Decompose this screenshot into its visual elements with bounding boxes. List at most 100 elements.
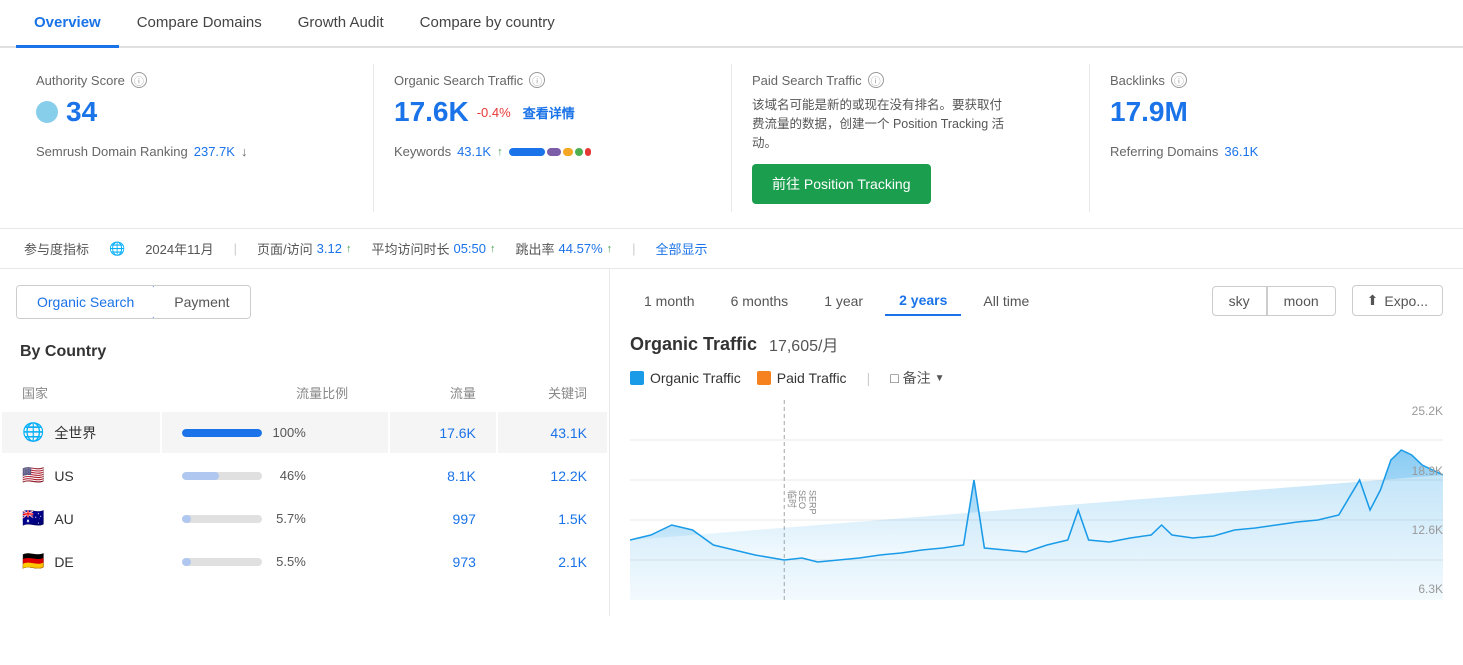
country-table: 国家 流量比例 流量 关键词 🌐 全世界 100% 17.6K 43.1K xyxy=(0,373,609,584)
bounce-rate: 跳出率 44.57% ↑ xyxy=(516,239,613,258)
chart-area: 临时 SEO SERP 25.2K 18.9K 12.6 xyxy=(630,400,1443,600)
paid-legend-dot xyxy=(757,371,771,385)
show-all-link[interactable]: 全部显示 xyxy=(656,239,708,258)
engagement-date: 2024年11月 xyxy=(145,239,213,258)
country-cell: 🌐 全世界 xyxy=(2,412,160,453)
backlinks-card: Backlinks ⓘ 17.9M Referring Domains 36.1… xyxy=(1090,64,1447,212)
kw-bar-purple xyxy=(547,148,561,156)
bar-cell: 100% xyxy=(162,412,388,453)
authority-score-card: Authority Score ⓘ 34 Semrush Domain Rank… xyxy=(16,64,374,212)
sep2: | xyxy=(632,241,635,256)
kw-bar-orange xyxy=(563,148,573,156)
organic-info-icon[interactable]: ⓘ xyxy=(529,72,545,88)
traffic-cell: 8.1K xyxy=(390,455,496,496)
note-button[interactable]: □ 备注 ▼ xyxy=(890,368,944,388)
keywords-cell: 1.5K xyxy=(498,498,607,539)
right-panel: 1 month 6 months 1 year 2 years All time… xyxy=(610,269,1463,616)
tab-growth-audit[interactable]: Growth Audit xyxy=(280,0,402,48)
country-cell: 🇺🇸 US xyxy=(2,455,160,496)
traffic-cell: 17.6K xyxy=(390,412,496,453)
backlinks-label: Backlinks ⓘ xyxy=(1110,72,1427,88)
col-country: 国家 xyxy=(2,375,160,410)
kw-bar-blue xyxy=(509,148,545,156)
bar-cell: 5.5% xyxy=(162,541,388,582)
traffic-cell: 973 xyxy=(390,541,496,582)
organic-traffic-card: Organic Search Traffic ⓘ 17.6K -0.4% 查看详… xyxy=(374,64,732,212)
col-keywords: 关键词 xyxy=(498,375,607,410)
flag-icon: 🌐 xyxy=(22,422,44,442)
time-1month[interactable]: 1 month xyxy=(630,287,709,315)
paid-desc: 该域名可能是新的或现在没有排名。要获取付费流量的数据，创建一个 Position… xyxy=(752,96,1012,152)
backlinks-info-icon[interactable]: ⓘ xyxy=(1171,72,1187,88)
view-buttons: sky moon xyxy=(1212,286,1336,316)
time-1year[interactable]: 1 year xyxy=(810,287,877,315)
view-sky-button[interactable]: sky xyxy=(1212,286,1267,316)
by-country-title: By Country xyxy=(0,335,609,373)
table-header-row: 国家 流量比例 流量 关键词 xyxy=(2,375,607,410)
organic-detail-link[interactable]: 查看详情 xyxy=(523,103,575,122)
tab-overview[interactable]: Overview xyxy=(16,0,119,48)
authority-value: 34 xyxy=(36,96,353,128)
engagement-label: 参与度指标 xyxy=(24,239,89,258)
backlinks-sub: Referring Domains 36.1K xyxy=(1110,144,1427,159)
flag-icon: 🇦🇺 xyxy=(22,508,44,528)
keywords-cell: 2.1K xyxy=(498,541,607,582)
authority-sub: Semrush Domain Ranking 237.7K ↓ xyxy=(36,144,353,159)
tab-switcher: Organic Search Payment xyxy=(16,285,251,319)
note-icon: □ xyxy=(890,370,898,386)
kw-bar-red xyxy=(585,148,591,156)
traffic-cell: 997 xyxy=(390,498,496,539)
organic-kw-sub: Keywords 43.1K ↑ xyxy=(394,144,711,159)
time-2years[interactable]: 2 years xyxy=(885,286,961,316)
table-row[interactable]: 🇩🇪 DE 5.5% 973 2.1K xyxy=(2,541,607,582)
chevron-down-icon: ▼ xyxy=(935,373,945,384)
organic-traffic-value: 17.6K -0.4% 查看详情 xyxy=(394,96,711,128)
traffic-heading: Organic Traffic 17,605/月 xyxy=(630,332,1443,356)
kw-bar-green xyxy=(575,148,583,156)
table-row[interactable]: 🇺🇸 US 46% 8.1K 12.2K xyxy=(2,455,607,496)
engagement-row: 参与度指标 🌐 2024年11月 | 页面/访问 3.12 ↑ 平均访问时长 0… xyxy=(0,229,1463,269)
sep1: | xyxy=(234,241,237,256)
time-alltime[interactable]: All time xyxy=(969,287,1043,315)
tab-compare-country[interactable]: Compare by country xyxy=(402,0,573,48)
table-row[interactable]: 🌐 全世界 100% 17.6K 43.1K xyxy=(2,412,607,453)
time-6months[interactable]: 6 months xyxy=(717,287,803,315)
paid-info-icon[interactable]: ⓘ xyxy=(868,72,884,88)
globe-icon: 🌐 xyxy=(109,241,125,257)
flag-icon: 🇩🇪 xyxy=(22,551,44,571)
avg-duration: 平均访问时长 05:50 ↑ xyxy=(371,239,495,258)
col-traffic-ratio: 流量比例 xyxy=(162,375,388,410)
legend-sep: | xyxy=(867,370,871,386)
view-moon-button[interactable]: moon xyxy=(1267,286,1336,316)
main-content: Organic Search Payment By Country 国家 流量比… xyxy=(0,269,1463,616)
svg-text:SEO: SEO xyxy=(797,490,807,509)
authority-label: Authority Score ⓘ xyxy=(36,72,353,88)
legend-organic[interactable]: Organic Traffic xyxy=(630,370,741,386)
export-button[interactable]: ⬆ Expo... xyxy=(1352,285,1443,316)
payment-tab[interactable]: Payment xyxy=(154,286,249,318)
time-controls: 1 month 6 months 1 year 2 years All time… xyxy=(630,285,1443,316)
bar-cell: 46% xyxy=(162,455,388,496)
flag-icon: 🇺🇸 xyxy=(22,465,44,485)
backlinks-value: 17.9M xyxy=(1110,96,1427,128)
svg-text:SERP: SERP xyxy=(807,490,817,515)
paid-traffic-card: Paid Search Traffic ⓘ 该域名可能是新的或现在没有排名。要获… xyxy=(732,64,1090,212)
organic-traffic-label: Organic Search Traffic ⓘ xyxy=(394,72,711,88)
legend-paid[interactable]: Paid Traffic xyxy=(757,370,847,386)
pages-per-visit: 页面/访问 3.12 ↑ xyxy=(257,239,351,258)
authority-diamond-icon xyxy=(36,101,58,123)
kw-bars xyxy=(509,148,591,156)
position-tracking-button[interactable]: 前往 Position Tracking xyxy=(752,164,931,204)
export-icon: ⬆ xyxy=(1367,292,1379,309)
keywords-cell: 12.2K xyxy=(498,455,607,496)
tab-compare-domains[interactable]: Compare Domains xyxy=(119,0,280,48)
country-cell: 🇩🇪 DE xyxy=(2,541,160,582)
country-cell: 🇦🇺 AU xyxy=(2,498,160,539)
y-axis-labels: 25.2K 18.9K 12.6K 6.3K xyxy=(1395,400,1443,600)
authority-info-icon[interactable]: ⓘ xyxy=(131,72,147,88)
table-row[interactable]: 🇦🇺 AU 5.7% 997 1.5K xyxy=(2,498,607,539)
bar-cell: 5.7% xyxy=(162,498,388,539)
nav-tabs: Overview Compare Domains Growth Audit Co… xyxy=(0,0,1463,48)
organic-search-tab[interactable]: Organic Search xyxy=(16,285,155,319)
organic-legend-dot xyxy=(630,371,644,385)
